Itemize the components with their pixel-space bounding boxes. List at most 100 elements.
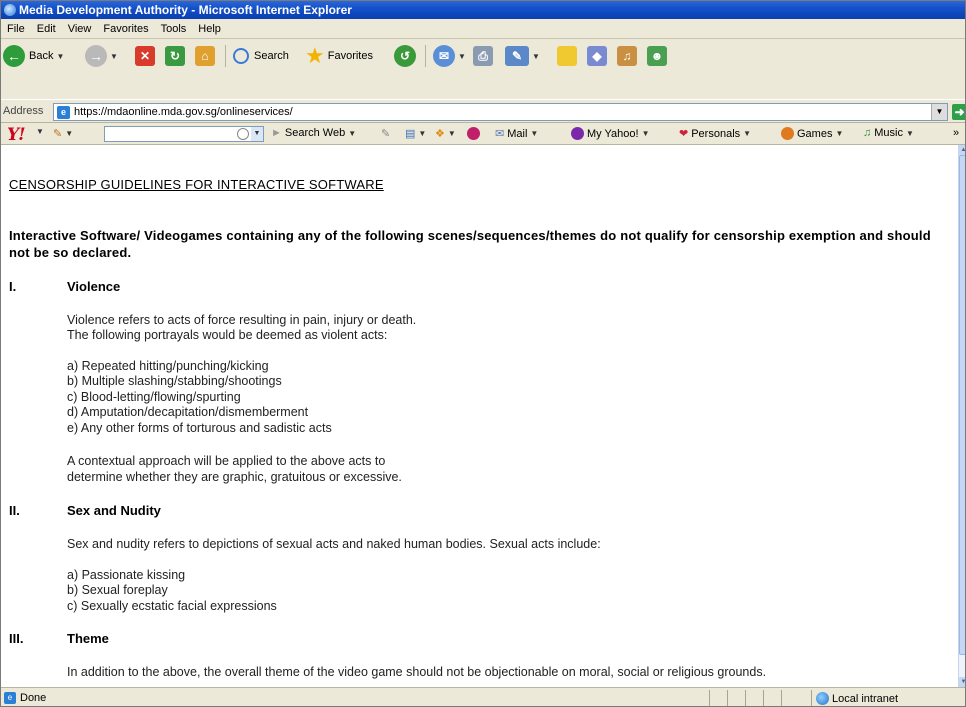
menu-favorites[interactable]: Favorites — [97, 19, 154, 39]
print-icon: ⎙ — [473, 46, 493, 66]
section-paragraph: Violence refers to acts of force resulti… — [67, 313, 417, 327]
chevron-down-icon: ▼ — [743, 129, 752, 138]
back-button[interactable]: ← Back ▼ — [3, 43, 64, 69]
yahoo-personals-button[interactable]: ❤ Personals ▼ — [679, 127, 752, 141]
vertical-scrollbar[interactable]: ▲ ▼ — [958, 145, 965, 687]
yahoo-popup-blocker[interactable]: ❖ ▼ — [435, 127, 456, 140]
home-button[interactable]: ⌂ — [195, 43, 215, 69]
scrollbar-thumb[interactable] — [959, 155, 965, 655]
yahoo-mail-button[interactable]: ✉ Mail ▼ — [495, 127, 538, 141]
search-label: Search — [254, 50, 289, 62]
yahoo-search-input[interactable]: ▼ — [104, 126, 264, 142]
media-icon: ♫ — [617, 46, 637, 66]
highlight-icon: ✎ — [381, 128, 391, 140]
chevron-down-icon[interactable]: ▼ — [251, 127, 263, 141]
address-url[interactable]: https://mdaonline.mda.gov.sg/onlineservi… — [74, 106, 293, 118]
yahoo-menu-dropdown[interactable]: ▼ — [33, 127, 44, 136]
window-title: Media Development Authority - Microsoft … — [19, 3, 352, 17]
chevron-down-icon: ▼ — [458, 51, 466, 61]
history-button[interactable]: ↺ — [394, 43, 416, 69]
personals-label: Personals — [691, 127, 741, 140]
stop-button[interactable]: ✕ — [135, 43, 155, 69]
local-intranet-icon — [816, 692, 829, 705]
yahoo-overflow-button[interactable]: » — [953, 127, 959, 139]
pencil-icon: ✎ — [53, 128, 63, 140]
print-button[interactable]: ⎙ — [473, 43, 493, 69]
history-icon: ↺ — [394, 45, 416, 67]
go-arrow-icon[interactable]: ➜ — [952, 104, 965, 120]
section-number: II. — [9, 503, 20, 518]
scroll-down-icon[interactable]: ▼ — [959, 677, 965, 687]
music-label: Music — [874, 127, 903, 139]
menu-edit[interactable]: Edit — [31, 19, 62, 39]
yahoo-games-button[interactable]: Games ▼ — [781, 127, 843, 140]
chevron-down-icon: ▼ — [65, 129, 74, 138]
antispy-icon — [467, 127, 480, 140]
media-button[interactable]: ♫ — [617, 43, 637, 69]
title-bar: Media Development Authority - Microsoft … — [1, 1, 965, 19]
list-item: b) Multiple slashing/stabbing/shootings — [67, 374, 282, 388]
messenger-icon: ☻ — [647, 46, 667, 66]
chevron-down-icon: ▼ — [641, 129, 650, 138]
menu-tools[interactable]: Tools — [155, 19, 193, 39]
list-item: b) Sexual foreplay — [67, 583, 168, 597]
section-paragraph: A contextual approach will be applied to… — [67, 454, 386, 468]
mail-icon: ✉ — [433, 45, 455, 67]
security-zone[interactable]: Local intranet — [816, 692, 898, 705]
chevron-down-icon: ▼ — [348, 128, 357, 138]
refresh-button[interactable]: ↻ — [165, 43, 185, 69]
messenger-button[interactable]: ☻ — [647, 43, 667, 69]
search-web-label: Search Web — [284, 127, 346, 139]
menu-file[interactable]: File — [1, 19, 31, 39]
page-icon: e — [57, 106, 70, 119]
yahoo-music-button[interactable]: ♫ Music ▼ — [863, 127, 914, 139]
forward-button[interactable]: → ▼ — [85, 43, 118, 69]
status-panel — [727, 690, 745, 706]
yahoo-search-web-button[interactable]: ► Search Web ▼ — [271, 127, 356, 139]
section-heading: Violence — [67, 279, 121, 294]
yahoo-highlight-button[interactable]: ✎ — [381, 127, 390, 140]
status-panel — [745, 690, 763, 706]
chevron-down-icon: ▼ — [532, 51, 540, 61]
home-icon: ⌂ — [195, 46, 215, 66]
folder-button[interactable] — [557, 43, 577, 69]
status-panel — [709, 690, 727, 706]
games-icon — [781, 127, 794, 140]
list-item: a) Repeated hitting/punching/kicking — [67, 359, 269, 373]
chevron-down-icon: ▼ — [36, 127, 44, 136]
mail-icon: ✉ — [495, 128, 505, 140]
menu-help[interactable]: Help — [192, 19, 227, 39]
section-number: I. — [9, 279, 17, 294]
menu-view[interactable]: View — [62, 19, 98, 39]
chevron-down-icon[interactable]: ▼ — [931, 104, 947, 120]
chevron-down-icon: ▼ — [56, 51, 65, 61]
status-panel — [763, 690, 781, 706]
mail-button[interactable]: ✉ ▼ — [433, 43, 466, 69]
menu-bar: File Edit View Favorites Tools Help — [1, 19, 965, 39]
list-item: e) Any other forms of torturous and sadi… — [67, 421, 332, 435]
address-input[interactable]: e https://mdaonline.mda.gov.sg/onlineser… — [53, 103, 948, 121]
yahoo-antispy-button[interactable] — [467, 127, 483, 140]
list-item: a) Passionate kissing — [67, 568, 186, 582]
yahoo-pencil-button[interactable]: ✎ ▼ — [53, 127, 73, 140]
favorites-button[interactable]: ★ Favorites — [305, 43, 373, 69]
status-panel — [781, 690, 811, 706]
search-button[interactable]: Search — [233, 43, 289, 69]
edit-button[interactable]: ✎ ▼ — [505, 43, 540, 69]
yahoo-myyahoo-button[interactable]: My Yahoo! ▼ — [571, 127, 650, 140]
section-paragraph: Sex and nudity refers to depictions of s… — [67, 537, 601, 551]
yahoo-news-button[interactable]: ▤ ▼ — [405, 127, 426, 140]
research-button[interactable]: ◆ — [587, 43, 607, 69]
section-heading: Theme — [67, 631, 109, 646]
yahoo-logo[interactable]: Y! — [7, 125, 26, 145]
news-icon: ▤ — [405, 128, 416, 140]
chevron-down-icon: ▼ — [418, 129, 427, 138]
research-icon: ◆ — [587, 46, 607, 66]
scroll-up-icon[interactable]: ▲ — [959, 145, 965, 155]
favorites-label: Favorites — [327, 50, 373, 62]
heart-icon: ❤ — [679, 128, 689, 140]
intro-paragraph: Interactive Software/ Videogames contain… — [9, 228, 931, 260]
chevron-down-icon: ▼ — [905, 128, 914, 138]
refresh-icon: ↻ — [165, 46, 185, 66]
status-text: Done — [20, 692, 47, 704]
